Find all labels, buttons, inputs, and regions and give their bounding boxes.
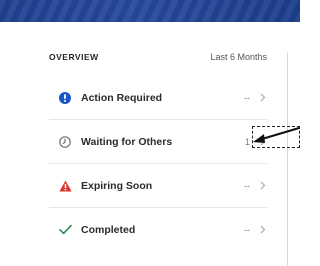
clock-icon [58, 135, 72, 149]
row-expiring-soon[interactable]: Expiring Soon -- [49, 164, 267, 208]
page: OVERVIEW Last 6 Months Action Required -… [0, 0, 300, 266]
row-count: -- [244, 92, 250, 103]
panel-title: OVERVIEW [49, 52, 99, 62]
row-waiting-for-others[interactable]: Waiting for Others 1 [49, 120, 267, 164]
row-count: -- [244, 180, 250, 191]
column-divider [287, 52, 288, 266]
warning-triangle-icon [58, 179, 72, 193]
chevron-right-icon [259, 93, 267, 103]
panel-header: OVERVIEW Last 6 Months [49, 52, 267, 76]
row-action-required[interactable]: Action Required -- [49, 76, 267, 120]
annotation-arrow-icon [253, 127, 300, 143]
info-circle-icon [58, 91, 72, 105]
chevron-right-icon [259, 225, 267, 235]
row-label: Waiting for Others [81, 135, 173, 148]
row-completed[interactable]: Completed -- [49, 208, 267, 251]
row-label: Action Required [81, 91, 163, 104]
overview-panel: OVERVIEW Last 6 Months Action Required -… [49, 52, 267, 251]
row-label: Expiring Soon [81, 179, 153, 192]
row-count: -- [244, 224, 250, 235]
chevron-right-icon [259, 181, 267, 191]
row-label: Completed [81, 223, 136, 236]
checkmark-icon [58, 223, 72, 237]
top-banner [0, 0, 300, 22]
panel-range: Last 6 Months [210, 52, 267, 62]
